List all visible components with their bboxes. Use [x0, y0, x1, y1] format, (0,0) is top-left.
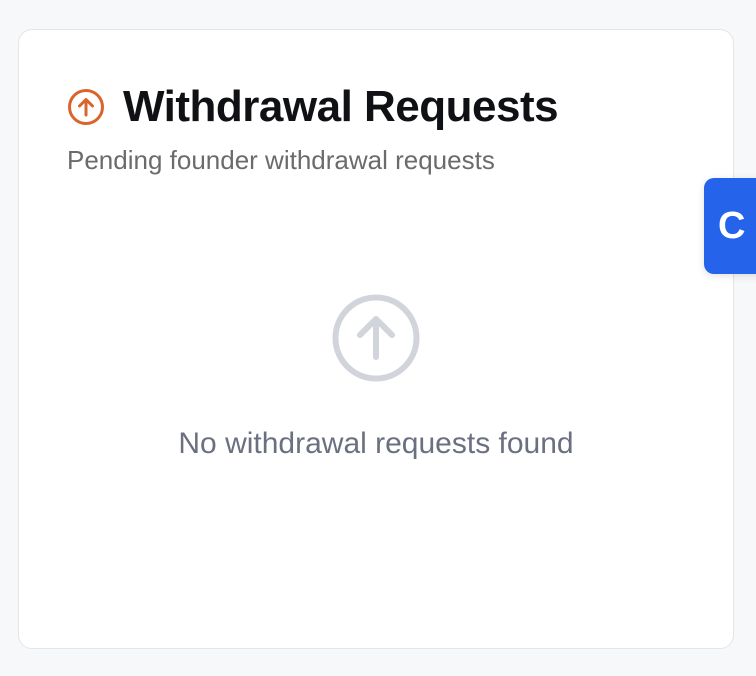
- side-tab-button[interactable]: C: [704, 178, 756, 274]
- title-row: Withdrawal Requests: [67, 82, 693, 132]
- card-subtitle: Pending founder withdrawal requests: [67, 145, 495, 175]
- empty-state-message: No withdrawal requests found: [178, 427, 574, 460]
- card-title: Withdrawal Requests: [123, 82, 559, 131]
- arrow-up-circle-icon: [332, 294, 420, 382]
- withdrawal-requests-card: Withdrawal Requests Pending founder with…: [18, 29, 734, 649]
- arrow-up-circle-icon: [68, 89, 104, 125]
- empty-state: No withdrawal requests found: [19, 292, 733, 462]
- card-header: Withdrawal Requests Pending founder with…: [67, 82, 693, 176]
